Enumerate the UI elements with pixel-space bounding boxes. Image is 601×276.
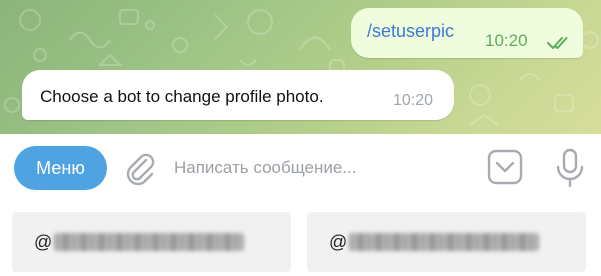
menu-button[interactable]: Меню — [14, 146, 107, 190]
microphone-icon[interactable] — [552, 148, 588, 188]
reply-keyboard-button[interactable]: @ — [12, 212, 291, 272]
outgoing-message: /setuserpic 10:20 — [351, 8, 583, 58]
button-prefix: @ — [329, 231, 348, 252]
paperclip-icon[interactable] — [122, 150, 158, 186]
double-check-icon — [547, 37, 568, 49]
message-time: 10:20 — [485, 31, 528, 50]
message-input[interactable] — [174, 148, 474, 188]
button-prefix: @ — [34, 231, 53, 252]
message-text: Choose a bot to change profile photo. — [40, 87, 324, 106]
message-time: 10:20 — [393, 92, 434, 109]
message-text: /setuserpic — [367, 21, 455, 41]
keyboard-toggle-icon[interactable] — [487, 149, 523, 185]
chat-history: /setuserpic 10:20 Choose a bot to change… — [0, 0, 601, 134]
redacted-username — [349, 233, 540, 251]
redacted-username — [54, 233, 245, 251]
message-composer: Меню — [0, 134, 601, 200]
reply-keyboard: @ @ — [0, 200, 601, 276]
incoming-message: Choose a bot to change profile photo. 10… — [22, 70, 454, 120]
reply-keyboard-button[interactable]: @ — [307, 212, 586, 272]
